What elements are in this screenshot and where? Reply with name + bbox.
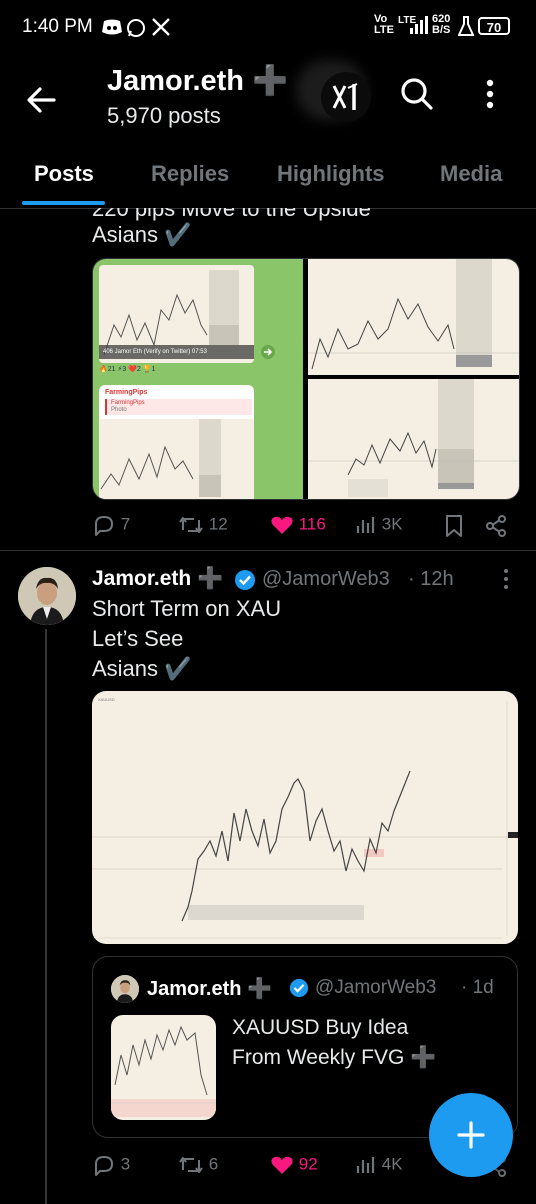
post-2-author-name[interactable]: Jamor.eth ➕ [92,567,223,591]
share-icon [486,515,506,537]
post-2-time: · 12h [408,568,454,590]
whatsapp-icon [126,18,146,43]
lab-icon [457,16,475,41]
avatar[interactable] [18,567,76,625]
telegram-screenshot-image[interactable]: 406 Jamor Eth (Verify on Twitter) 07:53 … [93,259,303,499]
post-2-views-button[interactable]: 4K [355,1154,403,1176]
more-vertical-icon [504,569,508,589]
views-count: 3K [381,514,403,534]
reply-icon [95,1156,113,1176]
quote-line-1: XAUUSD Buy Idea [232,1016,409,1039]
posts-count: 5,970 posts [107,103,221,128]
grok-button[interactable] [321,72,371,122]
views-button[interactable]: 3K [355,514,403,536]
views-icon [356,1157,375,1173]
telegram-sender: FarmingPips [105,389,148,396]
status-bar: 1:40 PM Vo LTE LTE 620 B/S 70 [0,0,536,56]
repost-count: 12 [208,514,228,534]
search-button[interactable] [397,74,443,120]
views-icon [356,517,375,533]
quote-author-name: Jamor.eth ➕ [147,978,272,1000]
post-2-reply-count: 3 [120,1154,131,1174]
battery-icon: 70 [478,17,510,35]
chart-image-2[interactable] [308,259,519,375]
post-2-chart-image[interactable]: XAUUSD [92,691,518,944]
post-2-repost-count: 6 [208,1154,219,1174]
reply-icon [95,516,113,536]
repost-button[interactable]: 12 [178,514,228,536]
post-1-text-partial: 220 pips Move to the Upside [92,208,371,221]
post-2-repost-button[interactable]: 6 [178,1154,218,1176]
telegram-reply-name: FarmingPips [111,400,145,406]
quote-time: · 1d [461,977,494,998]
post-2-handle: @JamorWeb3 [262,568,390,590]
telegram-message-bubble: FarmingPips FarmingPips Photo [99,385,254,499]
tab-media[interactable]: Media [440,161,502,187]
tab-highlights[interactable]: Highlights [277,161,385,187]
post-2-reply-button[interactable]: 3 [92,1154,130,1176]
bookmark-button[interactable] [443,514,465,543]
profile-header: Jamor.eth ➕ 5,970 posts Posts Replies Hi… [0,56,536,209]
telegram-reply-preview: FarmingPips Photo [105,399,252,415]
svg-text:XAUUSD: XAUUSD [98,697,115,702]
post-2-line-3: Asians ✔️ [92,656,192,681]
post-1[interactable]: 220 pips Move to the Upside Asians ✔️ 40… [0,208,536,550]
post-1-media-grid[interactable]: 406 Jamor Eth (Verify on Twitter) 07:53 … [92,258,520,500]
net-speed: 620 B/S [432,14,450,36]
reply-count: 7 [120,514,131,534]
telegram-reply-sub: Photo [111,407,127,413]
heart-filled-icon [271,516,293,534]
lte-signal-icon: LTE [398,14,428,39]
bookmark-icon [446,515,462,537]
post-2-line-2: Let’s See [92,626,184,651]
telegram-reactions: 🔥21 ⚡3 ❤️2 🏆1 [99,366,156,373]
quote-verified-badge-icon [289,978,309,1003]
net-speed-unit: B/S [432,24,451,36]
more-vertical-icon [486,79,494,109]
volte-icon: Vo LTE [374,13,394,36]
discord-icon [101,18,123,41]
tab-posts[interactable]: Posts [34,161,94,187]
grok-icon [332,83,358,110]
profile-name: Jamor.eth ➕ [107,65,289,97]
back-button[interactable] [24,82,64,122]
quote-avatar [111,975,139,1003]
post-2-like-count: 92 [298,1154,318,1174]
quote-line-2: From Weekly FVG ➕ [232,1046,437,1069]
telegram-forward-icon [261,345,275,359]
post-1-text: Asians ✔️ [92,222,192,247]
repost-icon [179,517,203,533]
quote-chart-thumb [111,1015,216,1120]
repost-icon [179,1157,203,1173]
plus-icon [457,1121,485,1149]
telegram-chart-2 [99,419,254,499]
arrow-left-icon [27,87,56,113]
heart-filled-icon [271,1156,293,1174]
post-2-like-button[interactable]: 92 [270,1154,318,1176]
post-2-more-button[interactable] [496,567,516,596]
compose-post-button[interactable] [429,1093,513,1177]
svg-text:LTE: LTE [398,15,416,26]
telegram-overlay-caption: 406 Jamor Eth (Verify on Twitter) 07:53 [99,345,254,359]
tab-replies[interactable]: Replies [151,161,229,187]
like-button[interactable]: 116 [270,514,326,536]
post-2-line-1: Short Term on XAU [92,596,282,621]
active-tab-indicator [22,201,105,205]
search-icon [401,78,433,110]
status-time: 1:40 PM [22,16,93,37]
share-button[interactable] [484,514,508,543]
verified-badge-icon [234,569,256,596]
reply-button[interactable]: 7 [92,514,130,536]
more-options-button[interactable] [470,74,516,120]
profile-tabs: Posts Replies Highlights Media [0,150,536,209]
x-logo-icon [152,18,170,41]
quote-handle: @JamorWeb3 [315,977,437,998]
chart-image-3[interactable] [308,379,519,499]
thread-line [45,629,47,1204]
like-count: 116 [298,514,326,534]
post-2-views-count: 4K [381,1154,403,1174]
